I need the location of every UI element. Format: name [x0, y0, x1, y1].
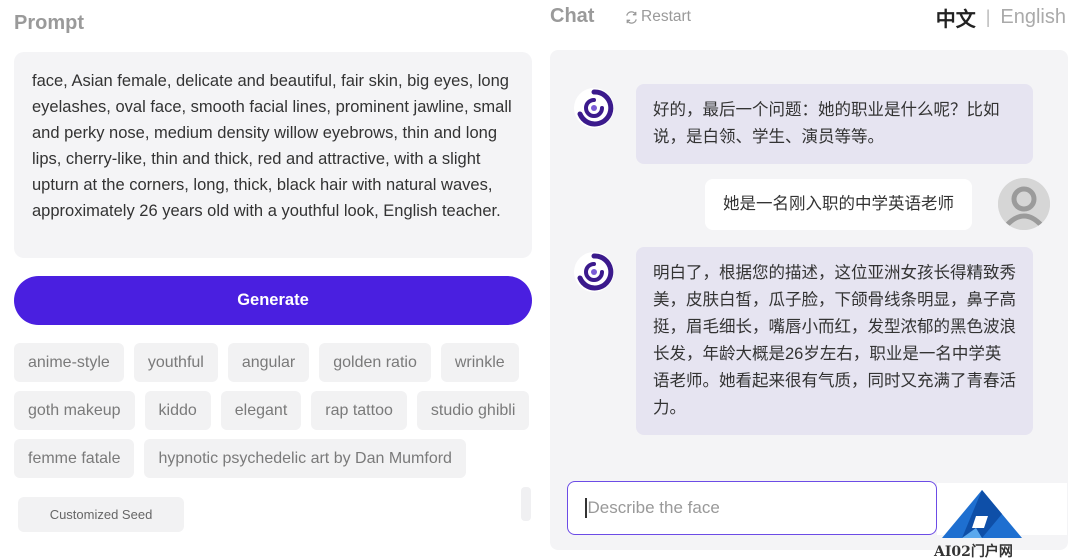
- tag-hypnotic-psychedelic[interactable]: hypnotic psychedelic art by Dan Mumford: [144, 439, 466, 478]
- tag-anime-style[interactable]: anime-style: [14, 343, 124, 382]
- restart-icon: [626, 10, 637, 24]
- lang-separator: |: [985, 7, 991, 27]
- tag-elegant[interactable]: elegant: [220, 391, 302, 430]
- tag-angular[interactable]: angular: [227, 343, 310, 382]
- prompt-title: Prompt: [14, 12, 84, 34]
- bot-message: 好的，最后一个问题：她的职业是什么呢？比如说，是白领、学生、演员等等。: [636, 84, 1033, 164]
- tag-rap-tattoo[interactable]: rap tattoo: [311, 391, 407, 430]
- user-message: 她是一名刚入职的中学英语老师: [705, 179, 972, 230]
- user-avatar-icon: [998, 178, 1050, 230]
- language-switch: 中文 | English: [936, 3, 1066, 32]
- bot-logo-icon: [574, 88, 614, 128]
- tag-kiddo[interactable]: kiddo: [144, 391, 211, 430]
- input-placeholder: Describe the face: [587, 498, 720, 517]
- tag-wrinkle[interactable]: wrinkle: [440, 343, 519, 382]
- text-caret: [585, 498, 587, 518]
- restart-button[interactable]: Restart: [624, 8, 691, 26]
- bot-logo-icon: [574, 252, 614, 292]
- tag-row: femme fatale hypnotic psychedelic art by…: [14, 439, 534, 478]
- watermark-text: AI02门户网: [934, 544, 1013, 560]
- lang-chinese[interactable]: 中文: [936, 3, 976, 32]
- tag-golden-ratio[interactable]: golden ratio: [319, 343, 431, 382]
- chat-title: Chat: [550, 5, 595, 27]
- tag-row: anime-style youthful angular golden rati…: [14, 343, 534, 382]
- lang-english[interactable]: English: [1000, 6, 1066, 29]
- describe-face-input[interactable]: Describe the face: [567, 481, 937, 535]
- style-tags: anime-style youthful angular golden rati…: [14, 343, 534, 487]
- generate-button[interactable]: Generate: [14, 276, 532, 325]
- customized-seed-button[interactable]: Customized Seed: [18, 497, 184, 532]
- tag-youthful[interactable]: youthful: [133, 343, 218, 382]
- scrollbar[interactable]: [521, 487, 531, 521]
- tag-femme-fatale[interactable]: femme fatale: [14, 439, 135, 478]
- bot-message: 明白了，根据您的描述，这位亚洲女孩长得精致秀美，皮肤白皙，瓜子脸，下颌骨线条明显…: [636, 247, 1033, 435]
- tag-goth-makeup[interactable]: goth makeup: [14, 391, 135, 430]
- tag-row: goth makeup kiddo elegant rap tattoo stu…: [14, 391, 534, 430]
- restart-label: Restart: [641, 8, 691, 25]
- tag-studio-ghibli[interactable]: studio ghibli: [416, 391, 530, 430]
- prompt-textarea[interactable]: face, Asian female, delicate and beautif…: [14, 52, 532, 258]
